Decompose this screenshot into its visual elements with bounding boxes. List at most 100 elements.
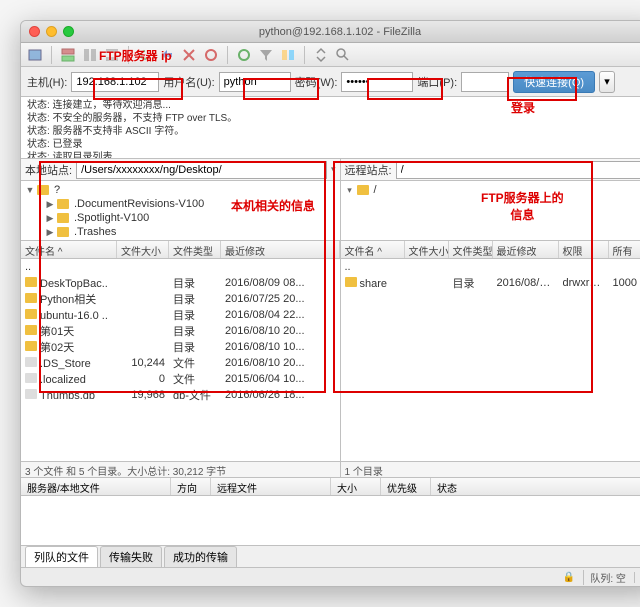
- togglelog-icon[interactable]: [60, 47, 76, 63]
- col-mod[interactable]: 最近修改: [493, 241, 559, 258]
- local-path-label: 本地站点:: [25, 162, 72, 178]
- pass-input[interactable]: [341, 72, 413, 92]
- folder-icon: [25, 277, 37, 287]
- list-item[interactable]: 第02天目录2016/08/10 10...: [21, 339, 340, 355]
- remote-status: 1 个目录: [341, 461, 640, 477]
- col-owner[interactable]: 所有: [609, 241, 640, 258]
- col-size[interactable]: 文件大小: [117, 241, 169, 258]
- activity-icon: ●●: [634, 572, 640, 583]
- folder-icon: [57, 213, 69, 223]
- remote-path-input[interactable]: [396, 161, 640, 179]
- col-perm[interactable]: 权限: [559, 241, 609, 258]
- tab-queued[interactable]: 列队的文件: [25, 546, 98, 567]
- processqueue-icon[interactable]: [159, 47, 175, 63]
- filezilla-window: FTP服务器 ip 登录 本机相关的信息 FTP服务器上的 信息 python@…: [20, 20, 640, 587]
- col-name[interactable]: 文件名 ^: [21, 241, 117, 258]
- tree-item: ▼?: [25, 183, 336, 197]
- qcol-stat[interactable]: 状态: [431, 478, 640, 495]
- user-input[interactable]: [219, 72, 291, 92]
- queue-header[interactable]: 服务器/本地文件 方向 远程文件 大小 优先级 状态: [21, 478, 640, 496]
- tab-failed[interactable]: 传输失败: [100, 546, 162, 567]
- folder-icon: [25, 341, 37, 351]
- titlebar: python@192.168.1.102 - FileZilla: [21, 21, 640, 43]
- list-item[interactable]: .localized0文件2015/06/04 10...: [21, 371, 340, 387]
- log-line: 状态: 已登录: [27, 138, 640, 151]
- port-input[interactable]: [461, 72, 509, 92]
- file-icon: [25, 389, 37, 399]
- folder-icon: [57, 227, 69, 237]
- connection-bar: 主机(H): 用户名(U): 密码(W): 端口(P): 快速连接(Q) ▾: [21, 67, 640, 97]
- list-item[interactable]: ..: [21, 259, 340, 275]
- list-item[interactable]: share目录2016/08/11 ...drwxrwxr...1000: [341, 275, 640, 291]
- log-line: 状态: 服务器不支持非 ASCII 字符。: [27, 125, 640, 138]
- qcol-prio[interactable]: 优先级: [381, 478, 431, 495]
- folder-icon: [57, 199, 69, 209]
- col-mod[interactable]: 最近修改: [221, 241, 340, 258]
- qcol-server[interactable]: 服务器/本地文件: [21, 478, 171, 495]
- list-item[interactable]: DeskTopBac..目录2016/08/09 08...: [21, 275, 340, 291]
- remote-filelist[interactable]: ..share目录2016/08/11 ...drwxrwxr...1000: [341, 259, 640, 461]
- tree-item: ▾/: [345, 183, 640, 197]
- zoom-icon[interactable]: [63, 26, 74, 37]
- local-path-input[interactable]: [76, 161, 327, 179]
- queue-tabs: 列队的文件 传输失败 成功的传输: [21, 546, 640, 568]
- host-label: 主机(H):: [27, 74, 67, 90]
- list-item[interactable]: Thumbs.db19,968db-文件2016/06/26 18...: [21, 387, 340, 403]
- close-icon[interactable]: [29, 26, 40, 37]
- quickconnect-dropdown[interactable]: ▾: [599, 71, 615, 93]
- folder-icon: [357, 185, 369, 195]
- folder-icon: [25, 309, 37, 319]
- qcol-remote[interactable]: 远程文件: [211, 478, 331, 495]
- file-icon: [25, 373, 37, 383]
- cancel-icon[interactable]: [181, 47, 197, 63]
- host-input[interactable]: [71, 72, 159, 92]
- remote-list-header[interactable]: 文件名 ^ 文件大小 文件类型 最近修改 权限 所有: [341, 241, 640, 259]
- indicator-icon: 🔒: [563, 572, 575, 583]
- minimize-icon[interactable]: [46, 26, 57, 37]
- folder-icon: [25, 325, 37, 335]
- tab-success[interactable]: 成功的传输: [164, 546, 237, 567]
- col-type[interactable]: 文件类型: [169, 241, 221, 258]
- disconnect-icon[interactable]: [203, 47, 219, 63]
- reconnect-icon[interactable]: [236, 47, 252, 63]
- remote-pane: 远程站点: ▾ ▾/ 文件名 ^ 文件大小 文件类型 最近修改 权限 所有 ..…: [341, 159, 640, 477]
- tree-item: ▶.DocumentRevisions-V100: [25, 197, 336, 211]
- statusbar: 🔒 队列: 空 ●●: [21, 568, 640, 586]
- remote-path-label: 远程站点:: [345, 162, 392, 178]
- col-type[interactable]: 文件类型: [449, 241, 493, 258]
- qcol-size[interactable]: 大小: [331, 478, 381, 495]
- quickconnect-button[interactable]: 快速连接(Q): [513, 71, 595, 93]
- list-item[interactable]: Python相关目录2016/07/25 20...: [21, 291, 340, 307]
- list-item[interactable]: ..: [341, 259, 640, 275]
- toolbar: [21, 43, 640, 67]
- local-filelist[interactable]: ..DeskTopBac..目录2016/08/09 08...Python相关…: [21, 259, 340, 461]
- togglequeue-icon[interactable]: [104, 47, 120, 63]
- col-size[interactable]: 文件大小: [405, 241, 449, 258]
- local-tree[interactable]: ▼? ▶.DocumentRevisions-V100 ▶.Spotlight-…: [21, 181, 340, 241]
- remote-tree[interactable]: ▾/: [341, 181, 640, 241]
- port-label: 端口(P):: [417, 74, 457, 90]
- local-list-header[interactable]: 文件名 ^ 文件大小 文件类型 最近修改: [21, 241, 340, 259]
- log-pane[interactable]: 状态: 连接建立，等待欢迎消息... 状态: 不安全的服务器，不支持 FTP o…: [21, 97, 640, 159]
- sitemanager-icon[interactable]: [27, 47, 43, 63]
- list-item[interactable]: ubuntu-16.0 ..目录2016/08/04 22...: [21, 307, 340, 323]
- sync-icon[interactable]: [313, 47, 329, 63]
- folder-icon: [37, 185, 49, 195]
- log-line: 状态: 连接建立，等待欢迎消息...: [27, 99, 640, 112]
- col-name[interactable]: 文件名 ^: [341, 241, 405, 258]
- filter-icon[interactable]: [258, 47, 274, 63]
- search-icon[interactable]: [335, 47, 351, 63]
- qcol-dir[interactable]: 方向: [171, 478, 211, 495]
- toggletree-icon[interactable]: [82, 47, 98, 63]
- chevron-down-icon[interactable]: ▾: [331, 164, 336, 175]
- queue-status: 队列: 空: [583, 570, 626, 585]
- panes: 本地站点: ▾ ▼? ▶.DocumentRevisions-V100 ▶.Sp…: [21, 159, 640, 478]
- tree-item: ▶.Trashes: [25, 225, 336, 239]
- folder-icon: [25, 293, 37, 303]
- list-item[interactable]: .DS_Store10,244文件2016/08/10 20...: [21, 355, 340, 371]
- compare-icon[interactable]: [280, 47, 296, 63]
- queue-list[interactable]: [21, 496, 640, 546]
- list-item[interactable]: 第01天目录2016/08/10 20...: [21, 323, 340, 339]
- refresh-icon[interactable]: [137, 47, 153, 63]
- local-pane: 本地站点: ▾ ▼? ▶.DocumentRevisions-V100 ▶.Sp…: [21, 159, 341, 477]
